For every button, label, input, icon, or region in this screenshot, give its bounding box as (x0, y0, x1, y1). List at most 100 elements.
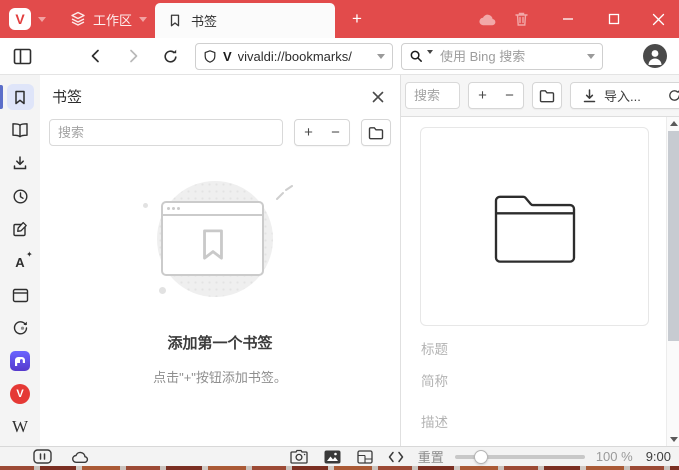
empty-state-title: 添加第一个书签 (167, 335, 273, 352)
sidebar-item-downloads[interactable] (7, 150, 34, 176)
toggle-images-button[interactable] (324, 450, 341, 464)
search-field[interactable] (401, 42, 603, 70)
translate-icon: A ✦ (15, 249, 33, 270)
manager-new-folder-button[interactable] (532, 82, 562, 109)
tile-tabs-button[interactable] (357, 449, 373, 464)
tab-label: 书签 (191, 14, 218, 29)
plus-glyph: + (478, 87, 487, 104)
illustration-window-topbar (163, 203, 262, 216)
import-arrow-icon (583, 88, 596, 102)
titlebar-spacer (369, 0, 462, 38)
workspace-button[interactable]: 工作区 (70, 10, 148, 29)
scrollbar-thumb[interactable] (668, 131, 679, 341)
manager-add-remove-group: + − (468, 82, 524, 109)
pause-icon (33, 449, 52, 464)
zoom-level-label: 100 % (595, 449, 633, 464)
sidebar-item-reading-list[interactable] (7, 117, 34, 143)
workspace-caret-icon (139, 16, 148, 22)
sidebar-item-history[interactable] (7, 183, 34, 209)
image-icon (324, 450, 341, 463)
manager-add-button[interactable]: + (469, 83, 496, 108)
empty-state: 添加第一个书签 点击"+"按钮添加书签。 (40, 181, 400, 386)
search-engine-icon[interactable] (409, 49, 424, 64)
bookmark-detail-fields (421, 339, 646, 432)
panel-toggle-icon[interactable] (10, 43, 34, 69)
break-mode-button[interactable] (33, 449, 52, 464)
minus-glyph: − (505, 87, 514, 104)
bookmark-detail-card[interactable] (420, 127, 649, 326)
search-engine-caret-icon (427, 50, 433, 54)
sidebar-item-wikipedia[interactable]: W (7, 414, 34, 440)
decorative-dot (159, 287, 166, 294)
sidebar-item-notes[interactable] (7, 216, 34, 242)
slider-knob[interactable] (473, 449, 488, 464)
zoom-reset-button[interactable]: 重置 (418, 447, 444, 466)
maximize-button[interactable] (599, 13, 629, 25)
plus-glyph: + (304, 124, 313, 141)
refresh-thumbnails-button[interactable]: 更 (667, 86, 679, 105)
bookmark-ribbon-icon (202, 229, 223, 260)
url-dropdown-caret-icon[interactable] (377, 53, 385, 59)
closed-tabs-trash-icon[interactable] (514, 11, 529, 27)
shield-icon[interactable] (203, 49, 217, 64)
minimize-button[interactable] (553, 13, 583, 25)
synced-tabs-cloud-icon[interactable] (478, 12, 498, 27)
sidebar-item-windows[interactable] (7, 282, 34, 308)
sidebar-item-sessions[interactable] (7, 315, 34, 341)
new-folder-button[interactable] (361, 119, 391, 146)
reload-button[interactable] (158, 43, 182, 69)
manager-search-input[interactable] (405, 82, 460, 109)
close-button[interactable] (643, 13, 673, 26)
window-icon (12, 288, 28, 302)
add-bookmark-button[interactable]: + (295, 120, 322, 145)
window-body: A ✦ V W 书签 搜索 + − 添加第一个书签 点击"+"按钮添加书签。 搜… (0, 75, 679, 446)
camera-icon (290, 449, 308, 464)
sync-status-cloud-icon[interactable] (71, 450, 91, 464)
scroll-down-arrow-icon[interactable] (670, 437, 678, 442)
import-button[interactable]: 导入... (571, 86, 653, 105)
panel-close-icon[interactable] (368, 87, 388, 107)
url-field[interactable]: V vivaldi://bookmarks/ (195, 42, 393, 70)
vertical-scrollbar[interactable] (666, 117, 679, 446)
new-tab-button[interactable]: + (345, 7, 369, 31)
panel-search-row: + − (40, 118, 400, 146)
status-bar: 重置 100 % 9:00 (0, 446, 679, 466)
panel-header: 书签 (40, 75, 400, 118)
search-dropdown-caret-icon[interactable] (587, 53, 595, 59)
url-text[interactable]: vivaldi://bookmarks/ (238, 49, 371, 64)
download-icon (13, 156, 27, 170)
sidebar-item-vivaldi-webpanel[interactable]: V (7, 381, 34, 407)
illustration-browser-window (161, 201, 264, 276)
developer-tools-button[interactable] (388, 451, 404, 463)
bookmarks-panel: 书签 + − (40, 75, 401, 446)
bookmarks-search-input[interactable] (49, 119, 283, 146)
back-button[interactable] (84, 43, 108, 69)
web-search-input[interactable] (438, 47, 582, 65)
title-field[interactable] (421, 339, 646, 359)
vivaldi-menu-caret-icon[interactable] (38, 16, 46, 22)
tab-bookmarks[interactable]: 书签 (155, 3, 336, 38)
minus-glyph: − (331, 124, 340, 141)
vivaldi-icon: V (10, 384, 30, 404)
bottom-edge-strip (0, 466, 679, 470)
sparkle-icon (276, 185, 293, 200)
forward-button[interactable] (121, 43, 145, 69)
manager-content (401, 117, 679, 446)
description-field[interactable] (421, 412, 646, 432)
remove-bookmark-button[interactable]: − (322, 120, 349, 145)
profile-avatar[interactable] (643, 44, 667, 68)
mastodon-icon (10, 351, 30, 371)
capture-page-button[interactable] (290, 449, 308, 464)
new-tab-plus-glyph: + (352, 9, 362, 28)
browser-window: V 工作区 书签 + V vivaldi://bookmarks/ 使用 Bin… (0, 0, 679, 470)
manager-remove-button[interactable]: − (496, 83, 523, 108)
panel-sidebar: A ✦ V W (0, 75, 40, 446)
sidebar-item-bookmarks[interactable] (0, 84, 34, 110)
panel-title: 书签 (52, 89, 83, 106)
zoom-slider[interactable] (454, 449, 585, 464)
vivaldi-menu-button[interactable]: V (9, 8, 31, 30)
scroll-up-arrow-icon[interactable] (670, 121, 678, 126)
short-name-field[interactable] (421, 371, 646, 391)
sidebar-item-mastodon[interactable] (7, 348, 34, 374)
sidebar-item-translate[interactable]: A ✦ (7, 249, 34, 275)
